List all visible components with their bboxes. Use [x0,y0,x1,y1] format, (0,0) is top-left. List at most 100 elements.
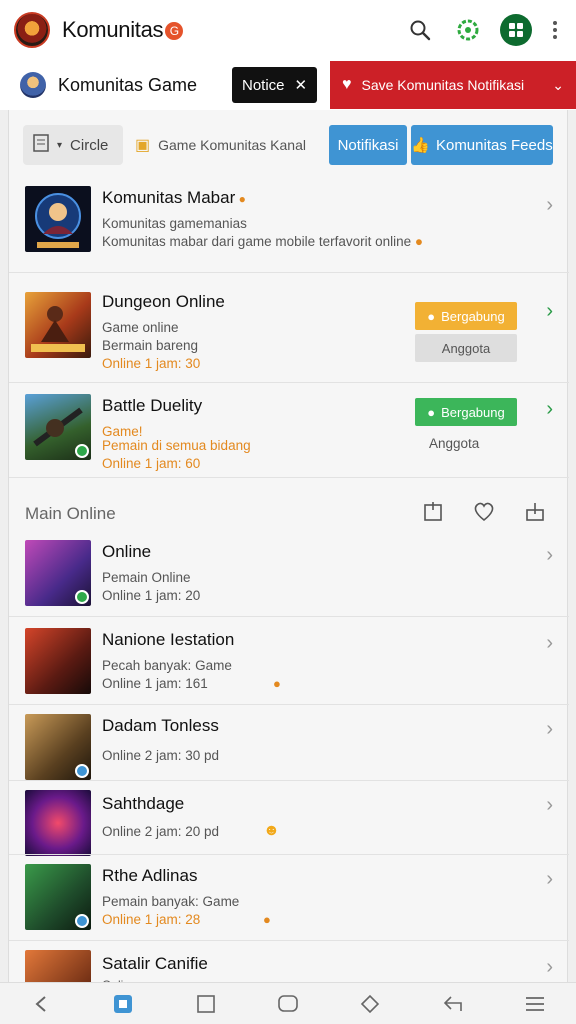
online-badge [75,590,89,604]
divider [9,477,569,478]
chevron-right-icon: › [546,718,553,740]
item-title: Online [102,542,152,561]
list-item[interactable]: Sahthdage Online 2 jam: 20 pd ☻ › [9,788,569,858]
chevron-down-icon: ⌄ [552,76,564,93]
flame-icon: ● [263,912,271,927]
close-icon[interactable]: ✕ [295,76,308,94]
bookmark-nav-icon[interactable] [186,984,226,1024]
caret-icon: ▾ [57,139,63,151]
featured-line1: Komunitas gamemanias [102,216,247,231]
featured-thumbnail [25,186,91,252]
list-item[interactable]: Online Pemain Online Online 1 jam: 20 › [9,538,569,614]
app-title: Komunitas G [62,17,184,43]
chevron-right-icon: › [546,868,553,890]
join-icon: ● [427,404,436,420]
chat-icon[interactable] [268,984,308,1024]
chevron-right-icon: › [546,544,553,566]
item-line2: Online 1 jam: 161 [102,676,208,691]
divider [9,940,569,941]
profile-avatar[interactable] [500,14,532,46]
item-title: Sahthdage [102,794,185,813]
game-online-count: Online 1 jam: 60 [102,456,201,471]
game-thumbnail [25,292,91,358]
item-line1: Online 2 jam: 30 pd [102,748,220,763]
featured-title: Komunitas Mabar ● [102,188,246,207]
item-line1: Pemain banyak: Game [102,894,240,909]
thumbs-up-icon: 👍 [411,137,430,154]
community-feeds-button[interactable]: 👍 Komunitas Feeds [411,125,553,165]
members-button[interactable]: Anggota [415,334,517,362]
game-thumbnail [25,540,91,606]
settings-gear-icon[interactable] [452,14,484,46]
heart-icon[interactable] [473,502,495,527]
item-line1: Online 2 jam: 20 pd [102,824,220,839]
list-item[interactable]: Rthe Adlinas Pemain banyak: Game Online … [9,862,569,938]
item-title: Nanione Iestation [102,630,235,649]
filter-row: ▾ Circle ▣ Game Komunitas Kanal Notifika… [23,124,553,166]
emoji-icon: ☻ [263,822,280,839]
section-title: Main Online [25,504,116,523]
join-button[interactable]: ● Bergabung [415,302,517,330]
bookmark-icon[interactable] [423,501,443,527]
featured-community[interactable]: Komunitas Mabar ● Komunitas gamemanias K… [9,182,569,272]
item-title: Satalir Canifie [102,954,208,973]
game-thumbnail [25,394,91,460]
game-online-count: Online 1 jam: 30 [102,356,201,371]
menu-icon[interactable] [515,984,555,1024]
chevron-right-icon: › [546,398,553,420]
divider [9,704,569,705]
game-thumbnail [25,790,91,856]
community-panel: ▾ Circle ▣ Game Komunitas Kanal Notifika… [8,110,569,992]
game-row[interactable]: Battle Duelity Game! Pemain di semua bid… [9,390,569,485]
sort-button[interactable]: ▾ Circle [23,125,123,165]
online-badge [75,914,89,928]
chevron-right-icon: › [546,194,553,216]
item-line1: Pemain Online [102,570,191,585]
gift-icon: ▣ [135,137,151,154]
sort-label: Circle [70,136,109,154]
game-line1: Game online [102,320,179,335]
flame-icon: ● [273,676,281,691]
chevron-right-icon: › [546,956,553,978]
online-badge [75,444,89,458]
divider [9,382,569,383]
back-arrow-icon[interactable] [21,984,61,1024]
online-badge [75,764,89,778]
game-thumbnail [25,628,91,694]
share-nav-icon[interactable] [433,984,473,1024]
community-label[interactable]: Komunitas Game [58,75,226,96]
featured-line2: Komunitas mabar dari game mobile terfavo… [102,234,424,249]
chevron-right-icon: › [546,300,553,322]
share-icon[interactable] [525,502,545,527]
game-line2: Pemain di semua bidang [102,438,251,453]
document-icon [33,134,49,156]
list-item[interactable]: Nanione Iestation Pecah banyak: Game Onl… [9,626,569,702]
game-title: Dungeon Online [102,292,225,311]
chevron-right-icon: › [546,794,553,816]
join-button[interactable]: ● Bergabung [415,398,517,426]
community-tab-row: Komunitas Game Notice ✕ ♥ Save Komunitas… [0,60,576,110]
game-thumbnail [25,864,91,930]
notice-label: Notice [242,76,285,94]
notifications-button[interactable]: Notifikasi [329,125,407,165]
chevron-right-icon: › [546,632,553,654]
game-title: Battle Duelity [102,396,203,415]
banner-label: Save Komunitas Notifikasi [361,77,525,93]
divider [9,780,569,781]
more-vertical-icon[interactable] [548,14,562,46]
notification-banner[interactable]: ♥ Save Komunitas Notifikasi ⌄ [330,61,576,109]
list-item[interactable]: Dadam Tonless Online 2 jam: 30 pd › [9,712,569,782]
app-logo[interactable] [14,12,50,48]
divider [9,616,569,617]
search-icon[interactable] [404,14,436,46]
game-row[interactable]: Dungeon Online Game online Bermain baren… [9,286,569,381]
community-avatar[interactable] [20,72,46,98]
home-icon[interactable] [103,984,143,1024]
notice-pill[interactable]: Notice ✕ [232,67,318,103]
section-header: Main Online [25,496,555,532]
search-hint[interactable]: ▣ Game Komunitas Kanal [135,135,325,155]
game-thumbnail [25,714,91,780]
divider [9,272,569,273]
members-label: Anggota [429,436,480,451]
tag-icon[interactable] [350,984,390,1024]
